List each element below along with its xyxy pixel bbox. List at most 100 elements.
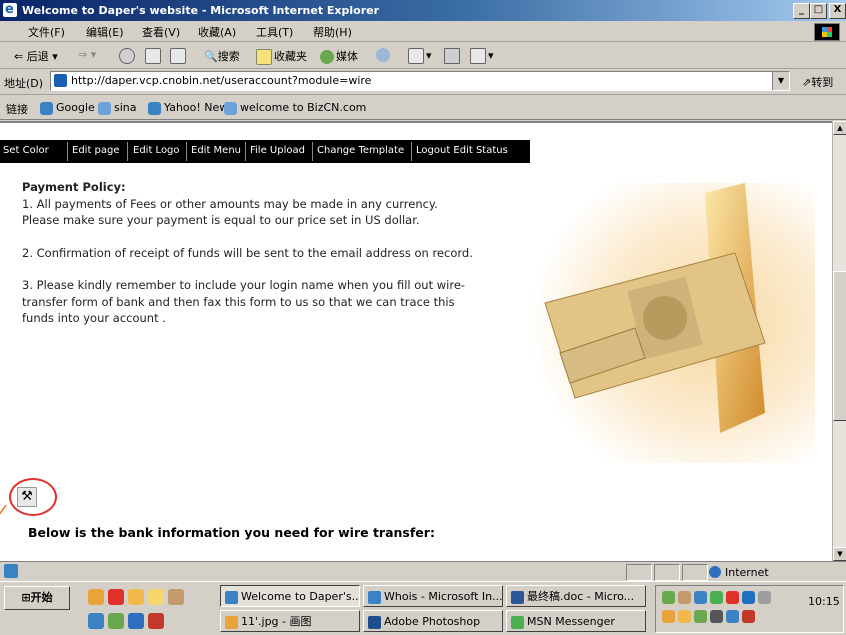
link-google[interactable]: Google [40, 101, 95, 115]
tray-icon[interactable] [710, 610, 723, 623]
edit-divider [67, 142, 68, 161]
tray-icon[interactable] [758, 591, 771, 604]
start-button[interactable]: ⊞开始 [4, 586, 70, 610]
edit-page-button[interactable]: Edit page [72, 145, 120, 156]
forward-arrow-icon: ⇒ ▾ [78, 48, 97, 61]
address-label: 地址(D) [4, 77, 44, 90]
tray-icon[interactable] [694, 591, 707, 604]
tray-icon[interactable] [678, 610, 691, 623]
link-bizcn[interactable]: welcome to BizCN.com [224, 101, 366, 115]
payment-policy: Payment Policy: 1. All payments of Fees … [22, 179, 512, 327]
media-icon [320, 50, 334, 64]
edit-logo-button[interactable]: Edit Logo [133, 145, 180, 156]
policy-text: 2. Confirmation of receipt of funds will… [22, 245, 473, 260]
tray-icon[interactable] [742, 610, 755, 623]
quicklaunch-icon[interactable] [148, 613, 164, 629]
history-button[interactable] [376, 48, 392, 62]
tools-icon[interactable]: ⚒ [17, 487, 37, 507]
clock[interactable]: 10:15 [808, 595, 840, 608]
mail-icon [408, 48, 424, 64]
change-template-button[interactable]: Change Template [317, 145, 404, 156]
menu-edit[interactable]: 编辑(E) [86, 24, 124, 40]
internet-zone-icon [709, 566, 721, 578]
favorites-button[interactable]: 收藏夹 [256, 48, 307, 65]
link-sina[interactable]: sina [98, 101, 137, 115]
search-button[interactable]: 🔍搜索 [204, 48, 240, 64]
quicklaunch-icon[interactable] [108, 589, 124, 605]
task-label: Whois - Microsoft In... [384, 590, 503, 603]
quicklaunch-icon[interactable] [88, 613, 104, 629]
refresh-button[interactable] [145, 48, 163, 64]
address-dropdown-button[interactable]: ▼ [772, 72, 789, 90]
print-button[interactable] [444, 48, 462, 64]
go-arrow-icon: ⇗ [802, 76, 812, 89]
maximize-button[interactable]: □ [810, 3, 827, 19]
menu-help[interactable]: 帮助(H) [313, 24, 352, 40]
link-yahoo-news[interactable]: Yahoo! News [148, 101, 234, 115]
mail-button[interactable]: ▾ [408, 48, 432, 64]
menu-file[interactable]: 文件(F) [28, 24, 65, 40]
ie-icon[interactable] [128, 613, 144, 629]
edit-divider [186, 142, 187, 161]
search-icon: 🔍 [204, 50, 218, 63]
tray-icon[interactable] [742, 591, 755, 604]
status-cell [654, 564, 680, 581]
link-sina-label: sina [114, 101, 137, 114]
edit-menu-button[interactable]: Edit Menu [191, 145, 241, 156]
tray-icon[interactable] [726, 610, 739, 623]
menu-favorites[interactable]: 收藏(A) [198, 24, 236, 40]
policy-text: Please make sure your payment is equal t… [22, 213, 420, 227]
tray-icon[interactable] [662, 610, 675, 623]
go-button[interactable]: ⇗转到 [802, 74, 833, 90]
menu-view[interactable]: 查看(V) [142, 24, 180, 40]
tray-icon[interactable] [662, 591, 675, 604]
edit-icon [470, 48, 486, 64]
task-label: 11'.jpg - 画图 [241, 615, 312, 628]
forward-button[interactable]: ⇒ ▾ [78, 48, 96, 61]
back-button[interactable]: ⇐ 后退 ▾ [14, 48, 58, 64]
task-paint[interactable]: 11'.jpg - 画图 [220, 610, 360, 632]
home-button[interactable] [170, 48, 188, 64]
close-button[interactable]: X [829, 3, 846, 19]
minimize-button[interactable]: _ [793, 3, 810, 19]
address-url[interactable]: http://daper.vcp.cnobin.net/useraccount?… [71, 74, 371, 87]
quicklaunch-icon[interactable] [88, 589, 104, 605]
vertical-scrollbar[interactable]: ▲ ▼ [832, 121, 846, 561]
edit-divider [127, 142, 128, 161]
links-bar: 链接 Google sina Yahoo! News welcome to Bi… [0, 95, 846, 120]
quicklaunch-icon[interactable] [128, 589, 144, 605]
menu-bar: 文件(F) 编辑(E) 查看(V) 收藏(A) 工具(T) 帮助(H) [0, 21, 846, 42]
window-title: Welcome to Daper's website - Microsoft I… [22, 4, 380, 17]
tray-icon[interactable] [678, 591, 691, 604]
quicklaunch-icon[interactable] [108, 613, 124, 629]
ie-page-icon [40, 101, 53, 115]
set-color-button[interactable]: Set Color [3, 145, 49, 156]
logout-edit-status-button[interactable]: Logout Edit Status [416, 145, 508, 156]
policy-text: 1. All payments of Fees or other amounts… [22, 196, 438, 211]
back-label: 后退 [26, 50, 49, 63]
edit-button[interactable]: ▾ [470, 48, 494, 64]
file-upload-button[interactable]: File Upload [250, 145, 305, 156]
title-bar: Welcome to Daper's website - Microsoft I… [0, 0, 846, 21]
search-label: 搜索 [217, 50, 240, 63]
task-word[interactable]: 最终稿.doc - Micro... [506, 585, 646, 607]
task-photoshop[interactable]: Adobe Photoshop [363, 610, 503, 632]
tray-icon[interactable] [694, 610, 707, 623]
task-msn[interactable]: MSN Messenger [506, 610, 646, 632]
media-button[interactable]: 媒体 [320, 48, 358, 64]
menu-tools[interactable]: 工具(T) [256, 24, 293, 40]
task-ie-whois[interactable]: Whois - Microsoft In... [363, 585, 503, 607]
tray-icon[interactable] [710, 591, 723, 604]
tray-icon[interactable] [726, 591, 739, 604]
print-icon [444, 48, 460, 64]
policy-heading: Payment Policy: [22, 180, 126, 194]
scroll-up-button[interactable]: ▲ [833, 121, 846, 135]
task-ie-daper[interactable]: Welcome to Daper's... [220, 585, 360, 607]
back-arrow-icon: ⇐ [14, 50, 24, 63]
stop-button[interactable] [119, 48, 137, 64]
address-input[interactable]: http://daper.vcp.cnobin.net/useraccount?… [50, 71, 790, 91]
scroll-down-button[interactable]: ▼ [833, 547, 846, 561]
scroll-thumb[interactable] [833, 271, 846, 421]
folder-icon[interactable] [148, 589, 164, 605]
quicklaunch-icon[interactable] [168, 589, 184, 605]
